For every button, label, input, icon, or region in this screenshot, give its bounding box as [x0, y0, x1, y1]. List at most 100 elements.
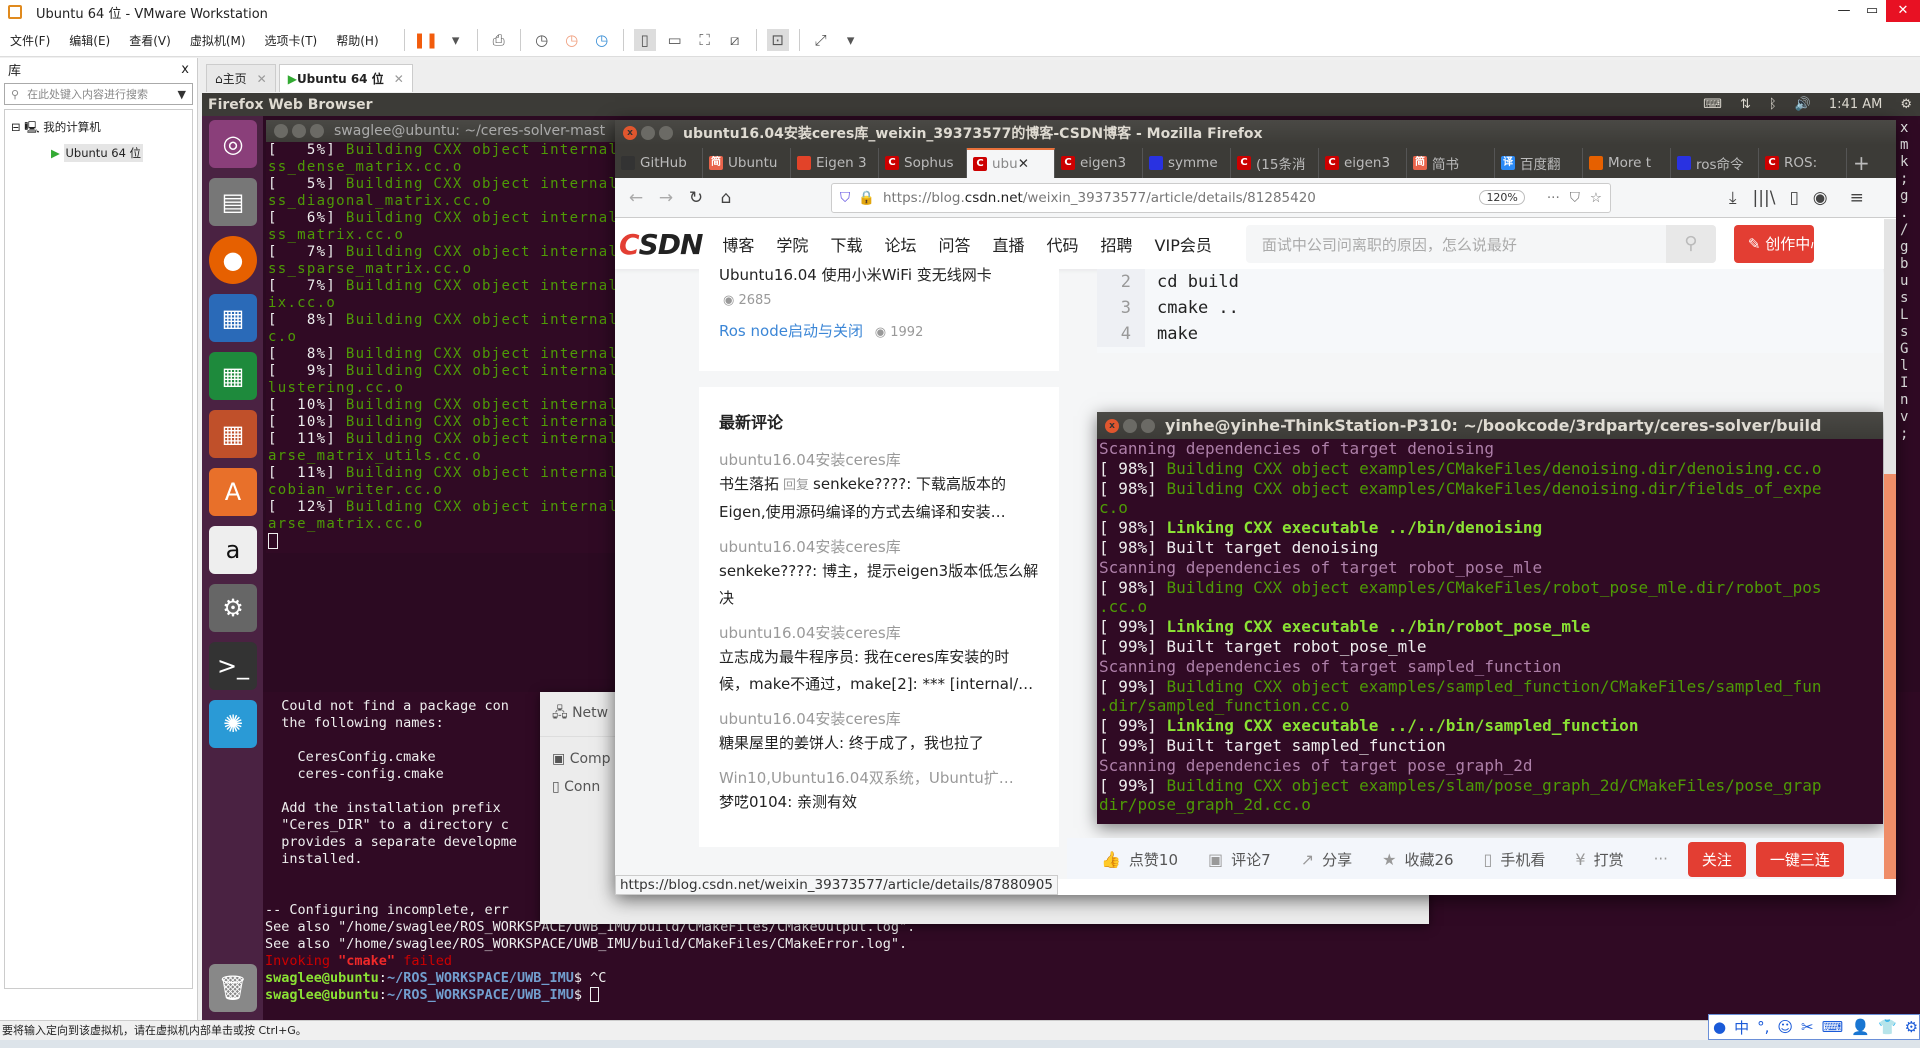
url-bar[interactable]: ⛉ 🔒 https://blog. csdn.net/weixin_39373577…: [831, 182, 1611, 213]
stretch-icon[interactable]: ⤢: [810, 29, 832, 51]
browser-tab[interactable]: Ceigen3: [1055, 148, 1143, 178]
menu-tabs[interactable]: 选项卡(T): [265, 32, 318, 49]
tab-ubuntu[interactable]: ▶ Ubuntu 64 位 ✕: [278, 64, 413, 92]
punctuation-icon[interactable]: °,: [1757, 1018, 1769, 1036]
browser-tab[interactable]: C (15条消: [1231, 148, 1319, 178]
shield-icon[interactable]: ⛉: [840, 190, 850, 206]
snapshot-manager-icon[interactable]: ◷: [591, 29, 613, 51]
left-terminal-window[interactable]: swaglee@ubuntu: ~/ceres-solver-mast [ 5%…: [266, 120, 646, 553]
scissors-icon[interactable]: ✂: [1801, 1018, 1814, 1036]
account-icon[interactable]: ◉: [1813, 188, 1828, 208]
comment-article-link[interactable]: ubuntu16.04安装ceres库: [719, 449, 1039, 471]
comment-user[interactable]: 立志成为最牛程序员: [719, 648, 854, 666]
nav-item[interactable]: 招聘: [1101, 232, 1133, 256]
collapse-icon[interactable]: ⊟: [11, 120, 21, 134]
browser-tab[interactable]: Cubu ✕: [967, 148, 1055, 178]
zoom-level[interactable]: 120%: [1479, 190, 1525, 205]
page-actions-icon[interactable]: ···: [1547, 190, 1560, 206]
back-button[interactable]: ←: [621, 188, 651, 208]
user-icon[interactable]: 👤: [1851, 1018, 1870, 1036]
more-button[interactable]: ···: [1654, 850, 1668, 868]
browser-tab[interactable]: More t: [1583, 148, 1671, 178]
follow-button[interactable]: 关注: [1687, 841, 1746, 877]
minimize-button[interactable]: [292, 124, 306, 138]
dropdown-icon[interactable]: ▾: [445, 29, 467, 51]
console-icon[interactable]: ⊡: [766, 29, 789, 51]
bookmark-star-icon[interactable]: ☆: [1590, 190, 1602, 206]
snapshot-icon[interactable]: ◷: [531, 29, 553, 51]
power-gear-icon[interactable]: ⚙: [1900, 97, 1912, 112]
close-button[interactable]: [274, 124, 288, 138]
comment-article-link[interactable]: Win10,Ubuntu16.04双系统，Ubuntu扩…: [719, 767, 1039, 789]
menu-vm[interactable]: 虚拟机(M): [190, 32, 246, 49]
share-button[interactable]: ↗ 分享: [1301, 849, 1352, 870]
lock-icon[interactable]: 🔒: [858, 190, 875, 206]
calc-icon[interactable]: ▦: [209, 352, 257, 400]
csdn-search-input[interactable]: 面试中公司问离职的原因，怎么说最好 ⚲: [1245, 225, 1716, 263]
menu-file[interactable]: 文件(F): [10, 32, 50, 49]
emoji-icon[interactable]: ☺: [1777, 1018, 1793, 1036]
new-tab-button[interactable]: +: [1847, 148, 1877, 178]
files-icon[interactable]: ▤: [209, 178, 257, 226]
unity-icon[interactable]: ⧄: [724, 29, 746, 51]
forward-button[interactable]: →: [651, 188, 681, 208]
browser-tab[interactable]: C ROS:: [1759, 148, 1847, 178]
keyboard-icon[interactable]: ⌨: [1703, 97, 1722, 112]
bluetooth-icon[interactable]: ᛒ: [1769, 97, 1777, 112]
dropdown-icon[interactable]: ▼: [178, 88, 186, 101]
library-icon[interactable]: |||\: [1753, 188, 1776, 208]
ime-toolbar[interactable]: ● 中 °, ☺ ✂ ⌨ 👤 👕 ⚙: [1708, 1014, 1920, 1040]
maximize-button[interactable]: [1141, 418, 1155, 433]
sidebar-icon[interactable]: ▯: [1789, 188, 1798, 208]
article-link[interactable]: Ros node启动与关闭: [719, 322, 863, 340]
comment-user[interactable]: 书生落拓: [719, 475, 779, 493]
download-icon[interactable]: ⤓: [1729, 188, 1737, 208]
pause-icon[interactable]: ❚❚: [413, 29, 438, 51]
vm-screen[interactable]: Firefox Web Browser ⌨ ⇅ ᛒ 🔊 1:41 AM ⚙ ◎ ▤ ● …: [202, 93, 1920, 1020]
nav-item[interactable]: 问答: [938, 232, 970, 256]
close-button[interactable]: x: [1105, 418, 1119, 433]
minimize-button[interactable]: [1123, 418, 1137, 433]
comment-article-link[interactable]: ubuntu16.04安装ceres库: [719, 536, 1039, 558]
tree-item-ubuntu[interactable]: ▶ Ubuntu 64 位: [11, 142, 186, 164]
minimize-button[interactable]: —: [1830, 0, 1858, 22]
maximize-button[interactable]: [310, 124, 324, 138]
browser-tab[interactable]: 译百度翻: [1495, 148, 1583, 178]
reward-button[interactable]: ¥ 打赏: [1575, 849, 1623, 870]
thumbnail-icon[interactable]: ▭: [664, 29, 686, 51]
browser-tab[interactable]: GitHub: [615, 148, 703, 178]
pocket-icon[interactable]: ⛉: [1570, 190, 1580, 206]
maximize-button[interactable]: [659, 125, 673, 140]
browser-tab[interactable]: 简简书: [1407, 148, 1495, 178]
browser-tab[interactable]: Ceigen3: [1319, 148, 1407, 178]
amazon-icon[interactable]: a: [209, 526, 257, 574]
comment-article-link[interactable]: ubuntu16.04安装ceres库: [719, 708, 1039, 730]
csdn-logo[interactable]: CSDN: [619, 228, 703, 261]
trash-icon[interactable]: 🗑: [209, 964, 257, 1012]
create-center-button[interactable]: ✎ 创作中心: [1733, 225, 1814, 263]
nav-item[interactable]: 代码: [1047, 232, 1079, 256]
page-scrollbar[interactable]: [1884, 219, 1896, 879]
browser-tab[interactable]: C Sophus: [879, 148, 967, 178]
close-button[interactable]: ✕: [1886, 0, 1920, 22]
ime-logo-icon[interactable]: ●: [1713, 1018, 1726, 1036]
network-icon[interactable]: ⇅: [1740, 97, 1751, 112]
close-button[interactable]: x: [623, 125, 637, 140]
maximize-button[interactable]: ▭: [1858, 0, 1886, 22]
volume-icon[interactable]: 🔊: [1795, 97, 1811, 112]
article-link[interactable]: Ubuntu16.04 使用小米WiFi 变无线网卡: [719, 261, 1039, 289]
menu-icon[interactable]: ≡: [1850, 188, 1864, 208]
minimize-button[interactable]: [641, 125, 655, 140]
library-search-input[interactable]: ⚲ 在此处键入内容进行搜索 ▼: [4, 83, 193, 105]
close-icon[interactable]: ✕: [1018, 156, 1029, 172]
gear-icon[interactable]: ⚙: [1905, 1018, 1918, 1036]
menu-view[interactable]: 查看(V): [129, 32, 171, 49]
comment-article-link[interactable]: ubuntu16.04安装ceres库: [719, 622, 1039, 644]
revert-snapshot-icon[interactable]: ◷: [561, 29, 583, 51]
comment-button[interactable]: ▣ 评论7: [1208, 849, 1271, 870]
search-icon[interactable]: ⚲: [1665, 225, 1716, 263]
one-key-triple-button[interactable]: 一键三连: [1755, 841, 1844, 877]
browser-tab[interactable]: 简 Ubuntu: [703, 148, 791, 178]
library-close-button[interactable]: x: [181, 62, 189, 77]
fullscreen-icon[interactable]: ⛶: [694, 29, 716, 51]
